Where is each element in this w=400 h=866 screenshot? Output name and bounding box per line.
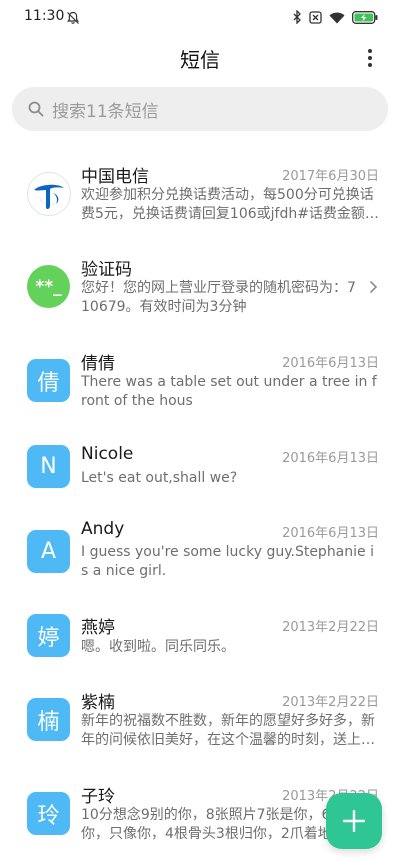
conversation-date: 2016年6月13日 [282, 526, 379, 541]
conversation-name: 倩倩 [81, 354, 115, 374]
conversation-name: 子玲 [81, 787, 115, 807]
conversation-name: Andy [81, 519, 125, 539]
search-icon [28, 101, 44, 117]
messages-screen: 11:30 短信 搜索11条短信 中国电信 2017年6月30日 欢迎参加积分兑… [0, 0, 400, 866]
conversation-preview: 欢迎参加积分兑换话费活动，每500分可兑换话费5元，兑换话费请回复106或jfd… [81, 187, 379, 222]
conversation-preview: There was a table set out under a tree i… [81, 374, 377, 409]
conversation-item[interactable]: **_ 验证码 您好！您的网上营业厅登录的随机密码为：710679。有效时间为3… [0, 253, 400, 345]
chevron-right-icon [369, 280, 378, 294]
more-vertical-icon-dot [368, 49, 372, 53]
conversation-date: 2013年2月22日 [282, 620, 379, 635]
contact-avatar: 婷 [27, 614, 70, 657]
plus-icon [343, 810, 365, 832]
conversation-date: 2016年6月13日 [282, 451, 379, 466]
conversation-name: 紫楠 [81, 693, 115, 713]
conversation-preview: 嗯。收到啦。同乐同乐。 [81, 639, 235, 655]
contact-avatar: 楠 [27, 698, 70, 741]
conversation-date: 2017年6月30日 [282, 169, 379, 184]
conversation-item[interactable]: 楠 紫楠 2013年2月22日 新年的祝福数不胜数，新年的愿望好多好多，新年的问… [0, 686, 400, 778]
conversation-item[interactable]: 倩 倩倩 2016年6月13日 There was a table set ou… [0, 347, 400, 439]
bell-off-icon [66, 10, 80, 29]
contact-avatar: 玲 [27, 792, 70, 835]
conversation-preview: 您好！您的网上营业厅登录的随机密码为：710679。有效时间为3分钟 [81, 280, 356, 315]
conversation-preview: I guess you're some lucky guy.Stephanie … [81, 544, 374, 579]
contact-avatar: N [27, 445, 70, 488]
telecom-logo-icon [27, 172, 71, 216]
contact-avatar: 倩 [27, 359, 70, 402]
conversation-date: 2016年6月13日 [282, 356, 379, 371]
contact-avatar: A [27, 530, 70, 573]
status-time: 11:30 [24, 8, 65, 24]
sim-off-icon [309, 9, 322, 28]
more-options-button[interactable] [360, 46, 380, 70]
more-vertical-icon-dot [368, 63, 372, 67]
conversation-item[interactable]: A Andy 2016年6月13日 I guess you're some lu… [0, 517, 400, 609]
header: 短信 [0, 38, 400, 78]
verification-code-avatar: **_ [27, 265, 70, 308]
battery-charging-icon [352, 9, 378, 28]
conversation-name: Nicole [81, 444, 134, 464]
status-bar: 11:30 [0, 0, 400, 34]
status-icons [293, 9, 378, 28]
wifi-icon [329, 9, 345, 28]
conversation-name: 燕婷 [81, 618, 115, 638]
conversation-preview: Let's eat out,shall we? [81, 470, 238, 486]
conversation-item[interactable]: 中国电信 2017年6月30日 欢迎参加积分兑换话费活动，每500分可兑换话费5… [0, 160, 400, 252]
page-title: 短信 [180, 48, 220, 72]
bluetooth-icon [293, 9, 302, 28]
conversation-name: 中国电信 [81, 167, 149, 187]
more-vertical-icon-dot [368, 56, 372, 60]
conversation-name: 验证码 [81, 260, 132, 280]
conversation-preview: 新年的祝福数不胜数，新年的愿望好多好多，新年的问候依旧美好，在这个温馨的时刻，送… [81, 713, 375, 748]
search-placeholder: 搜索11条短信 [52, 101, 159, 122]
conversation-date: 2013年2月22日 [282, 695, 379, 710]
search-bar[interactable]: 搜索11条短信 [12, 87, 388, 131]
new-message-button[interactable] [326, 793, 382, 849]
